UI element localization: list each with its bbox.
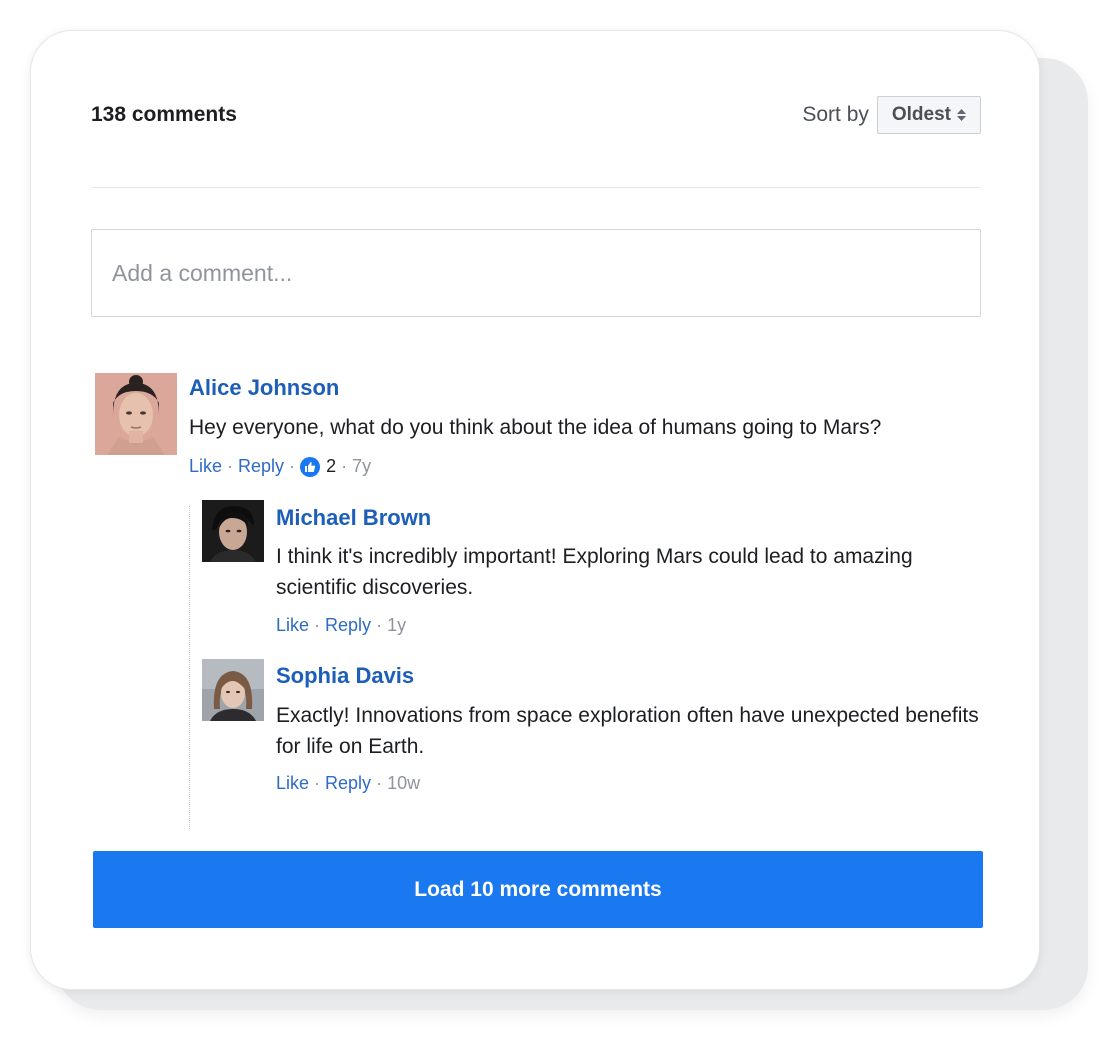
avatar-sophia-davis[interactable] bbox=[202, 659, 264, 721]
reply-thread-line bbox=[189, 505, 190, 829]
reply-author[interactable]: Michael Brown bbox=[276, 505, 431, 531]
reply-age: 1y bbox=[387, 615, 407, 635]
sort-select[interactable]: Oldest bbox=[876, 96, 981, 134]
separator: · bbox=[341, 456, 348, 476]
reply-link[interactable]: Reply bbox=[325, 615, 371, 636]
sort-control: Sort by Oldest bbox=[802, 96, 981, 134]
sort-value: Oldest bbox=[891, 104, 951, 125]
header-divider bbox=[91, 187, 981, 188]
comment-actions: Like · Reply · 2 · 7y bbox=[189, 456, 371, 477]
sort-label: Sort by bbox=[802, 103, 869, 126]
separator: · bbox=[289, 456, 296, 476]
reply-actions: Like · Reply · 10w bbox=[276, 773, 420, 794]
thumbs-up-icon bbox=[300, 456, 321, 477]
reply-text: I think it's incredibly important! Explo… bbox=[276, 545, 913, 599]
comment-author[interactable]: Alice Johnson bbox=[189, 375, 339, 401]
comment-input[interactable] bbox=[91, 229, 981, 317]
like-link[interactable]: Like bbox=[276, 615, 309, 636]
reply-author[interactable]: Sophia Davis bbox=[276, 663, 414, 689]
separator: · bbox=[314, 773, 321, 793]
comments-card: 138 comments Sort by Oldest Al bbox=[30, 30, 1040, 990]
reply-age: 10w bbox=[387, 773, 421, 793]
reply-link[interactable]: Reply bbox=[325, 773, 371, 794]
load-more-button[interactable]: Load 10 more comments bbox=[93, 851, 983, 928]
separator: · bbox=[376, 773, 383, 793]
like-link[interactable]: Like bbox=[276, 773, 309, 794]
separator: · bbox=[376, 615, 383, 635]
like-count: 2 bbox=[326, 456, 337, 476]
sort-caret-icon bbox=[957, 109, 966, 121]
avatar-michael-brown[interactable] bbox=[202, 500, 264, 562]
avatar-alice-johnson[interactable] bbox=[95, 373, 177, 455]
reply-text: Exactly! Innovations from space explorat… bbox=[276, 704, 979, 758]
separator: · bbox=[314, 615, 321, 635]
reply-actions: Like · Reply · 1y bbox=[276, 615, 406, 636]
separator: · bbox=[227, 456, 234, 476]
comments-header: 138 comments Sort by Oldest bbox=[91, 95, 981, 135]
comment-text: Hey everyone, what do you think about th… bbox=[189, 416, 882, 439]
like-link[interactable]: Like bbox=[189, 456, 222, 477]
reply-link[interactable]: Reply bbox=[238, 456, 284, 477]
comment-count: 138 comments bbox=[91, 103, 237, 126]
comment-age: 7y bbox=[352, 456, 372, 476]
